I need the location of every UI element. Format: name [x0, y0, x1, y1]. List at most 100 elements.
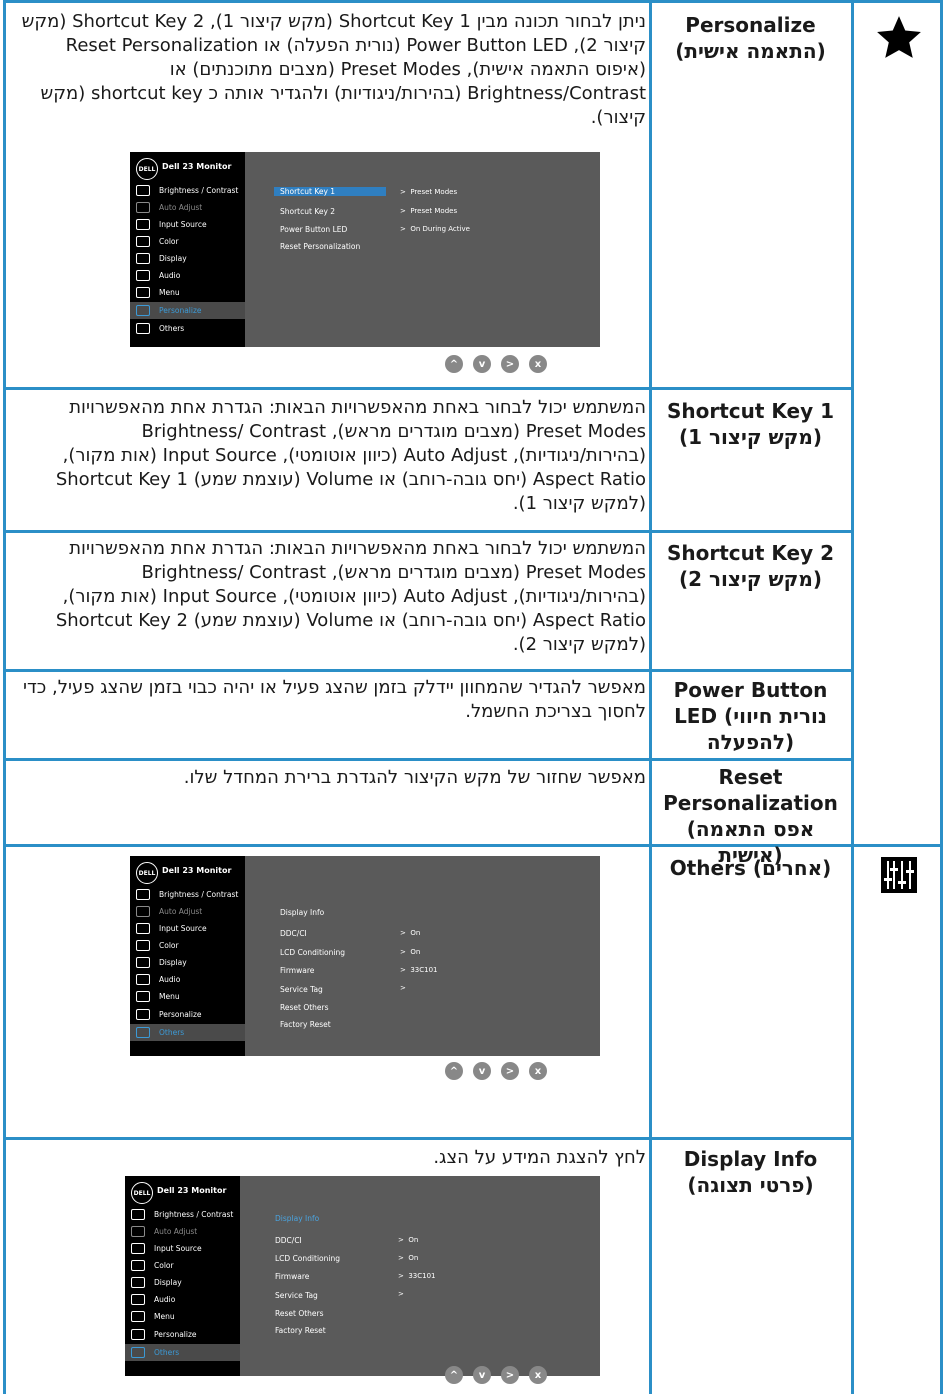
osd-model: Dell 23 Monitor [157, 1186, 227, 1195]
up-arrow-icon: ^ [445, 1366, 463, 1384]
row-divider [4, 387, 853, 390]
osd-nav-buttons: ^ v > x [445, 1366, 547, 1384]
osd-option: Firmware [280, 966, 315, 975]
menu-icon [136, 991, 150, 1002]
term-reset-personalization: Reset Personalization (אפס התאמה אישית) [663, 765, 838, 867]
osd-option: Reset Others [275, 1309, 324, 1318]
brightness-icon [136, 889, 150, 900]
osd-option: Factory Reset [275, 1326, 326, 1335]
brightness-icon [136, 185, 150, 196]
star-icon [858, 12, 940, 62]
menu-icon [136, 287, 150, 298]
osd-option: Reset Personalization [280, 242, 361, 251]
osd-option: Service Tag [275, 1291, 318, 1300]
osd-option: Shortcut Key 1 [274, 187, 386, 196]
display-icon [136, 253, 150, 264]
desc-reset-personalization: מאפשר שחזור של מקש הקיצור להגדרת ברירת ה… [183, 767, 646, 788]
input-source-icon [136, 923, 150, 934]
row-divider [4, 758, 853, 761]
close-icon: x [529, 1366, 547, 1384]
osd-menu-item: Others [125, 1344, 240, 1361]
osd-menu-item: Audio [125, 1291, 240, 1308]
term-shortcut-key-1: Shortcut Key 1 (מקש קיצור 1) [666, 399, 835, 449]
osd-value: > 33C101 [398, 1272, 436, 1280]
osd-value: > On [400, 929, 421, 937]
osd-menu-item: Display [125, 1274, 240, 1291]
osd-option: LCD Conditioning [275, 1254, 340, 1263]
table-border-col2 [851, 0, 854, 1394]
input-source-icon [131, 1243, 145, 1254]
osd-menu-item: Display [130, 250, 245, 267]
row-divider [4, 530, 853, 533]
osd-menu-item: Menu [130, 988, 245, 1005]
table-border-col1 [649, 0, 652, 1394]
row-divider [4, 1137, 853, 1140]
icon-row-divider [851, 844, 943, 847]
menu-icon [131, 1311, 145, 1322]
osd-menu-item: Input Source [125, 1240, 240, 1257]
dell-logo: DELL [136, 862, 158, 884]
osd-option: Factory Reset [280, 1020, 331, 1029]
osd-option: Service Tag [280, 985, 323, 994]
osd-menu-item: Audio [130, 971, 245, 988]
osd-value: > 33C101 [400, 966, 438, 974]
others-icon [136, 323, 150, 334]
osd-menu-item: Menu [125, 1308, 240, 1325]
table-border-top [4, 0, 853, 3]
osd-menu-item: Others [130, 1024, 245, 1041]
osd-value: > On During Active [400, 225, 470, 233]
close-icon: x [529, 1062, 547, 1080]
osd-option: Display Info [275, 1214, 320, 1223]
term-display-info: Display Info (פרטי תצוגה) [683, 1147, 818, 1197]
table-border-right [940, 0, 943, 1394]
right-arrow-icon: > [501, 355, 519, 373]
osd-value: > Preset Modes [400, 207, 458, 215]
osd-display-info-screenshot: DELL Dell 23 Monitor Brightness / Contra… [125, 1176, 600, 1376]
osd-menu-item: Display [130, 954, 245, 971]
up-arrow-icon: ^ [445, 355, 463, 373]
star-outline-icon [136, 305, 150, 316]
input-source-icon [136, 219, 150, 230]
osd-option: Shortcut Key 2 [280, 207, 336, 216]
right-arrow-icon: > [501, 1062, 519, 1080]
osd-nav-buttons: ^ v > x [445, 1062, 547, 1080]
auto-adjust-icon [136, 202, 150, 213]
osd-menu-item: Others [130, 320, 245, 337]
osd-menu-item: Auto Adjust [125, 1223, 240, 1240]
osd-option: DDC/CI [280, 929, 307, 938]
brightness-icon [131, 1209, 145, 1220]
osd-menu-item: Color [130, 937, 245, 954]
down-arrow-icon: v [473, 355, 491, 373]
term-others: Others (אחרים) [669, 856, 832, 880]
osd-value: > On [398, 1254, 419, 1262]
color-icon [136, 236, 150, 247]
osd-value: > On [398, 1236, 419, 1244]
term-power-button-led: Power Button LED (נורית חיווי להפעלה) [673, 678, 828, 754]
osd-value: > On [400, 948, 421, 956]
osd-menu-item: Input Source [130, 920, 245, 937]
star-outline-icon [131, 1329, 145, 1340]
desc-personalize: ניתן לבחור תכונה מבין Shortcut Key 1 (מק… [21, 11, 646, 128]
dell-logo: DELL [136, 158, 158, 180]
osd-menu-item: Color [130, 233, 245, 250]
osd-menu-item: Personalize [130, 302, 245, 319]
auto-adjust-icon [136, 906, 150, 917]
star-outline-icon [136, 1009, 150, 1020]
osd-value: > [398, 1290, 404, 1298]
osd-model: Dell 23 Monitor [162, 162, 232, 171]
color-icon [131, 1260, 145, 1271]
term-shortcut-key-2: Shortcut Key 2 (מקש קיצור 2) [666, 541, 835, 591]
osd-menu-item: Auto Adjust [130, 199, 245, 216]
up-arrow-icon: ^ [445, 1062, 463, 1080]
others-icon [136, 1027, 150, 1038]
osd-menu-item: Color [125, 1257, 240, 1274]
display-icon [136, 957, 150, 968]
osd-nav-buttons: ^ v > x [445, 355, 547, 373]
others-icon [131, 1347, 145, 1358]
osd-option: DDC/CI [275, 1236, 302, 1245]
osd-option: Reset Others [280, 1003, 329, 1012]
osd-others-screenshot: DELL Dell 23 Monitor Brightness / Contra… [130, 856, 600, 1056]
osd-option: LCD Conditioning [280, 948, 345, 957]
osd-menu-item: Brightness / Contrast [130, 182, 245, 199]
osd-value: > [400, 984, 406, 992]
